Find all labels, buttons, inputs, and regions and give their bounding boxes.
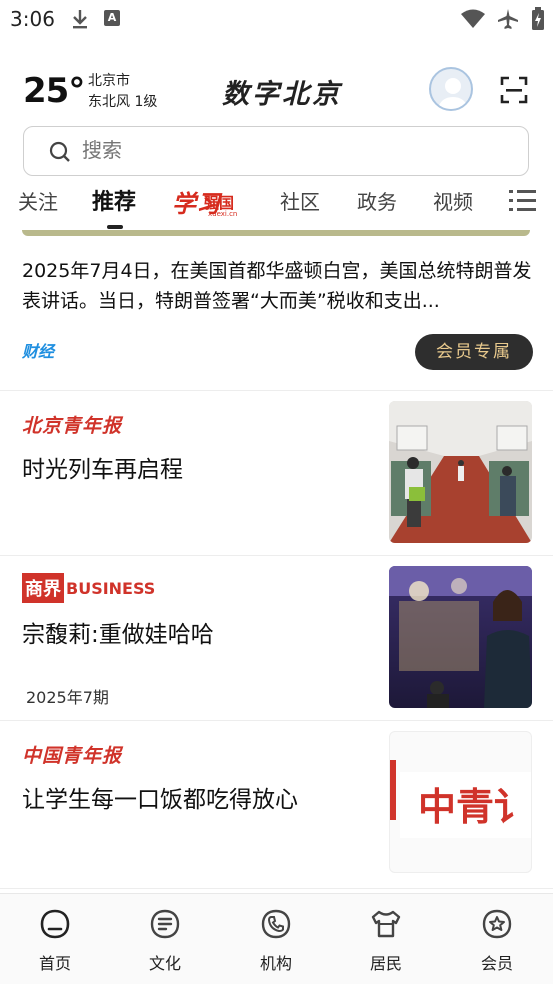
- wifi-icon: [461, 9, 485, 33]
- active-tab-indicator: [107, 225, 123, 229]
- tab-follow[interactable]: 关注: [18, 186, 58, 215]
- tab-community[interactable]: 社区: [280, 186, 320, 215]
- residents-shirt-icon: [371, 910, 401, 938]
- nav-residents-label: 居民: [369, 954, 402, 973]
- tab-video[interactable]: 视频: [433, 186, 473, 215]
- lead-image-edge[interactable]: [22, 230, 530, 236]
- item-issue-date: 2025年7期: [26, 688, 109, 707]
- item-headline[interactable]: 时光列车再启程: [22, 450, 183, 484]
- nav-home-label: 首页: [38, 954, 71, 973]
- weather-temperature[interactable]: 25°: [23, 71, 85, 111]
- item-source: 北京青年报: [22, 415, 123, 437]
- lead-article-text[interactable]: 2025年7月4日，在美国首都华盛顿白宫，美国总统特朗普发表讲话。当日，特朗普签…: [22, 256, 532, 316]
- user-silhouette-icon: [437, 78, 469, 109]
- nav-vip-label: 会员: [480, 954, 513, 973]
- download-icon: [70, 8, 90, 34]
- item-source: 中国青年报: [22, 745, 123, 767]
- weather-wind: 东北风 1级: [88, 94, 158, 110]
- a-notification-icon: A: [104, 10, 120, 26]
- tab-recommend[interactable]: 推荐: [92, 184, 136, 216]
- phone-handset-icon: [261, 909, 291, 939]
- item-headline[interactable]: 让学生每一口饭都吃得放心: [22, 780, 298, 814]
- tab-xuexi-qiangguo[interactable]: 学习 强国 xuexi.cn: [172, 186, 246, 220]
- divider: [0, 720, 553, 721]
- lead-source-logo: 财经: [22, 342, 55, 361]
- scan-icon[interactable]: [500, 76, 528, 108]
- status-right-icons: [461, 7, 545, 35]
- home-face-icon: [40, 909, 70, 939]
- tab-government[interactable]: 政务: [357, 186, 397, 215]
- item-headline[interactable]: 宗馥莉:重做娃哈哈: [22, 615, 214, 649]
- status-time: 3:06: [10, 7, 55, 31]
- divider: [0, 390, 553, 391]
- nav-culture-label: 文化: [148, 954, 181, 973]
- source-logo-text: BUSINESS: [66, 578, 156, 598]
- nav-institutions-label: 机构: [259, 954, 292, 973]
- item-source-logo: 商界 BUSINESS: [22, 572, 155, 604]
- status-bar: 3:06 A: [0, 0, 553, 38]
- weather-city[interactable]: 北京市: [88, 70, 130, 90]
- nav-culture[interactable]: 文化: [125, 908, 205, 974]
- divider: [0, 888, 553, 889]
- brand-logo: 数字北京: [222, 79, 342, 110]
- vip-exclusive-badge[interactable]: 会员专属: [415, 334, 533, 370]
- xuexi-logo-url: xuexi.cn: [208, 210, 238, 218]
- nav-residents[interactable]: 居民: [346, 908, 426, 974]
- divider: [0, 555, 553, 556]
- tab-menu-icon[interactable]: [509, 188, 537, 218]
- battery-icon: [531, 7, 545, 35]
- nav-vip[interactable]: 会员: [457, 908, 537, 974]
- avatar[interactable]: [429, 67, 473, 111]
- search-input[interactable]: [82, 127, 502, 174]
- thumb-red-bar: [390, 760, 396, 820]
- item-thumbnail-portrait[interactable]: [389, 566, 532, 708]
- source-logo-box: 商界: [22, 573, 64, 603]
- category-tabs: 关注 推荐 学习 强国 xuexi.cn 社区 政务 视频: [0, 180, 553, 230]
- airplane-icon: [497, 8, 519, 34]
- document-lines-icon: [150, 909, 180, 939]
- nav-home[interactable]: 首页: [15, 908, 95, 974]
- item-thumbnail-train[interactable]: [389, 401, 532, 543]
- item-thumbnail-logo[interactable]: 中青讠: [389, 731, 532, 873]
- search-bar[interactable]: [23, 126, 529, 176]
- vip-star-icon: [482, 909, 512, 939]
- bottom-nav: 首页 文化 机构 居民 会员: [0, 893, 553, 984]
- thumb-logo-text: 中青讠: [418, 785, 532, 829]
- search-icon: [48, 140, 72, 168]
- nav-institutions[interactable]: 机构: [236, 908, 316, 974]
- app-header: 25° 北京市 东北风 1级 数字北京: [0, 60, 553, 120]
